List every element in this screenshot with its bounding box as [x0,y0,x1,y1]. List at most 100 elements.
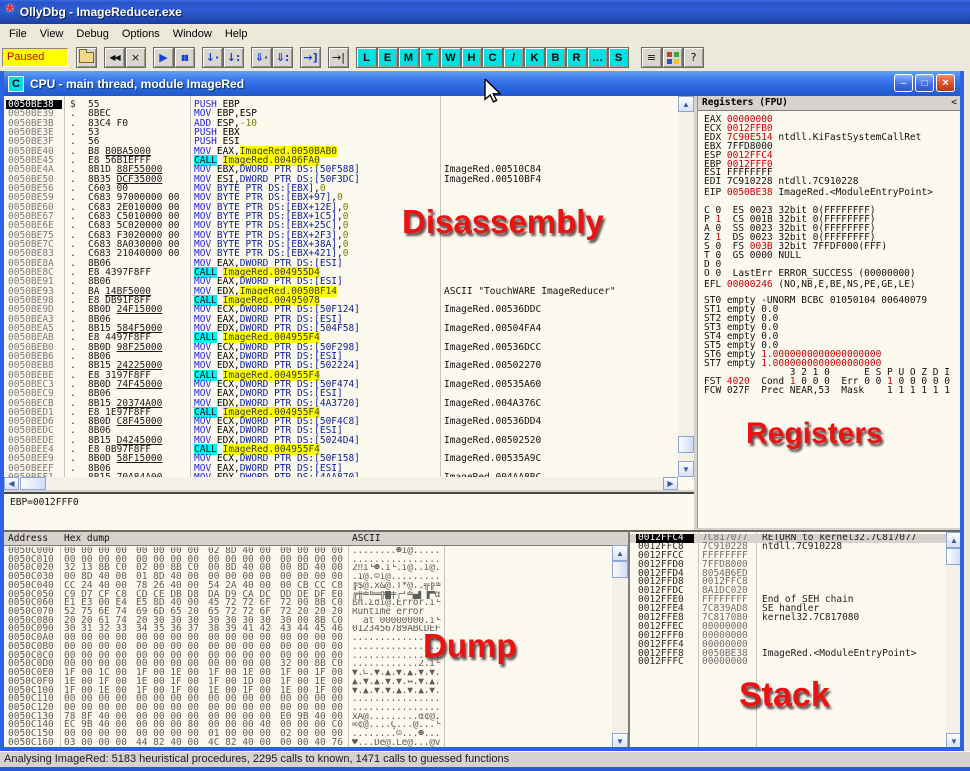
view-w-button[interactable]: W [440,47,461,68]
arrow-down-icon: ▼ [950,737,958,746]
view-t-button[interactable]: T [419,47,440,68]
dump-row[interactable]: 0050C16003 00 00 0044 82 40 004C 82 40 0… [4,739,628,747]
taskbar-edge [0,767,970,771]
view-s-button[interactable]: S [608,47,629,68]
dump-ascii: ........☻ì@..... [352,547,444,556]
status-bar-text: Analysing ImageRed: 5183 heuristical pro… [4,753,509,765]
scroll-thumb[interactable] [20,477,46,490]
scroll-thumb[interactable] [946,548,960,565]
dump-ascii: ................ [352,634,444,643]
view-b-button[interactable]: B [545,47,566,68]
stack-vertical-scrollbar[interactable]: ▲ ▼ [946,532,960,747]
trace-over-button[interactable]: ⇓: [272,47,293,68]
dump-ascii: ............2.ï└ [352,660,444,669]
scroll-up-button[interactable]: ▲ [612,545,628,561]
register-line[interactable]: EFL 00000246 (NO,NB,E,BE,NS,PE,GE,LE) [704,280,916,289]
dump-ascii: ................ [352,643,444,652]
disassembly-pane[interactable]: 0050BE38$55PUSH EBP0050BE39.8BECMOV EBP,… [4,96,694,490]
register-line[interactable]: EDI 7C910228 ntdll.7C910228 [704,177,858,186]
menu-item-view[interactable]: View [40,28,64,40]
status-bar: Analysing ImageRed: 5183 heuristical pro… [0,751,970,767]
execute-till-return-icon: →] [303,51,317,64]
view-k-button[interactable]: K [524,47,545,68]
view-l-button[interactable]: L [356,47,377,68]
pause-button[interactable]: ▮▮ [174,47,195,68]
log-window-button[interactable]: ≡ [641,47,662,68]
app-titlebar: * OllyDbg - ImageReducer.exe [0,0,970,24]
view-r-button[interactable]: R [566,47,587,68]
run-button[interactable]: ▶ [153,47,174,68]
go-to-address-button[interactable]: →| [328,47,349,68]
go-to-address-icon: →| [332,51,345,64]
disasm-horizontal-scrollbar[interactable]: ◀ ▶ [4,477,678,490]
registers-header-title: Registers (FPU) [702,97,788,108]
dump-header-hex: Hex dump [64,533,110,544]
minimize-button[interactable]: – [894,74,913,92]
trace-into-button[interactable]: ⇓· [251,47,272,68]
dump-header-ascii: ASCII [352,533,381,544]
view-c-button[interactable]: C [482,47,503,68]
scroll-down-button[interactable]: ▼ [678,461,694,477]
execute-till-return-button[interactable]: →] [300,47,321,68]
view-h-button[interactable]: H [461,47,482,68]
scroll-up-button[interactable]: ▲ [946,532,960,548]
dump-ascii: ▼.▲.▼.▼.▲.▼.▲.▼. [352,687,444,696]
menu-item-options[interactable]: Options [122,28,160,40]
stack-row[interactable]: 0012FFFC00000000 [630,658,946,667]
menu-item-file[interactable]: File [9,28,27,40]
menu-item-help[interactable]: Help [225,28,248,40]
arrow-up-icon: ▲ [616,549,624,558]
dump-ascii: ßπ.Σσì@.Error.ï└ [352,599,444,608]
restart-button[interactable]: ◀◀ [104,47,125,68]
collapse-icon[interactable]: < [951,97,957,108]
close-button[interactable]: × [936,74,955,92]
view-e-button[interactable]: E [377,47,398,68]
step-over-icon: ↓: [227,51,241,64]
run-icon: ▶ [159,51,167,64]
dump-ascii: ♥...Dé@.Lé@...@v [352,739,444,747]
info-line[interactable]: EBP=0012FFF0 [10,497,79,508]
restore-button[interactable]: □ [915,74,934,92]
menu-item-debug[interactable]: Debug [76,28,108,40]
dump-pane[interactable]: Address Hex dump ASCII 0050C00000 00 00 … [4,530,628,747]
disasm-vertical-scrollbar[interactable]: ▲ ▼ [678,96,694,477]
close-program-button[interactable]: × [125,47,146,68]
view-m-button[interactable]: M [398,47,419,68]
log-window-icon: ≡ [647,51,656,64]
scroll-right-button[interactable]: ▶ [663,477,678,490]
stack-pane[interactable]: 0012FFC47C817077RETURN to kernel32.7C817… [628,530,960,747]
view-slash-button[interactable]: / [503,47,524,68]
scroll-down-button[interactable]: ▼ [946,733,960,747]
help-button[interactable]: ? [683,47,704,68]
disasm-row[interactable]: 0050BE3B.83C4 F0ADD ESP,-10 [4,119,678,128]
open-file-icon [79,52,94,63]
arrow-up-icon: ▲ [682,100,690,109]
register-line[interactable]: EIP 0050BE38 ImageRed.<ModuleEntryPoint> [704,188,933,197]
stack-value: 00000000 [702,658,748,667]
cpu-titlebar[interactable]: C CPU - main thread, module ImageRed – □… [4,71,960,96]
scroll-thumb[interactable] [612,561,628,578]
open-file-button[interactable] [76,47,97,68]
trace-over-icon: ⇓: [276,51,290,64]
dump-ascii: ................ [352,695,444,704]
view-dots-button[interactable]: … [587,47,608,68]
registers-pane[interactable]: Registers (FPU) < EAX 00000000ECX 0012FF… [697,96,960,528]
dump-vertical-scrollbar[interactable]: ▲ ▼ [612,545,628,747]
register-line[interactable]: O 0 LastErr ERROR_SUCCESS (00000000) [704,269,916,278]
scroll-down-button[interactable]: ▼ [612,733,628,747]
dump-ascii: 0123456789ABCDEF [352,625,444,634]
stack-comment: ntdll.7C910228 [762,543,842,552]
info-pane[interactable]: EBP=0012FFF0 [4,492,694,530]
disasm-comment: ImageRed.00504FA4 [444,324,541,333]
register-line[interactable]: FCW 027F Prec NEAR,53 Mask 1 1 1 1 1 1 [704,386,950,395]
scroll-up-button[interactable]: ▲ [678,96,694,112]
step-into-button[interactable]: ↓· [202,47,223,68]
toolbar: Paused ◀◀×▶▮▮↓·↓:⇓·⇓:→]→|LEMTWHC/KBR…S≡? [0,44,970,71]
menu-item-window[interactable]: Window [173,28,212,40]
windows-list-button[interactable] [662,47,683,68]
cpu-window-icon: C [8,76,24,92]
scroll-left-button[interactable]: ◀ [4,477,19,490]
scroll-thumb[interactable] [678,436,694,453]
disasm-row[interactable]: 0050BE3E.53PUSH EBX [4,128,678,137]
step-over-button[interactable]: ↓: [223,47,244,68]
